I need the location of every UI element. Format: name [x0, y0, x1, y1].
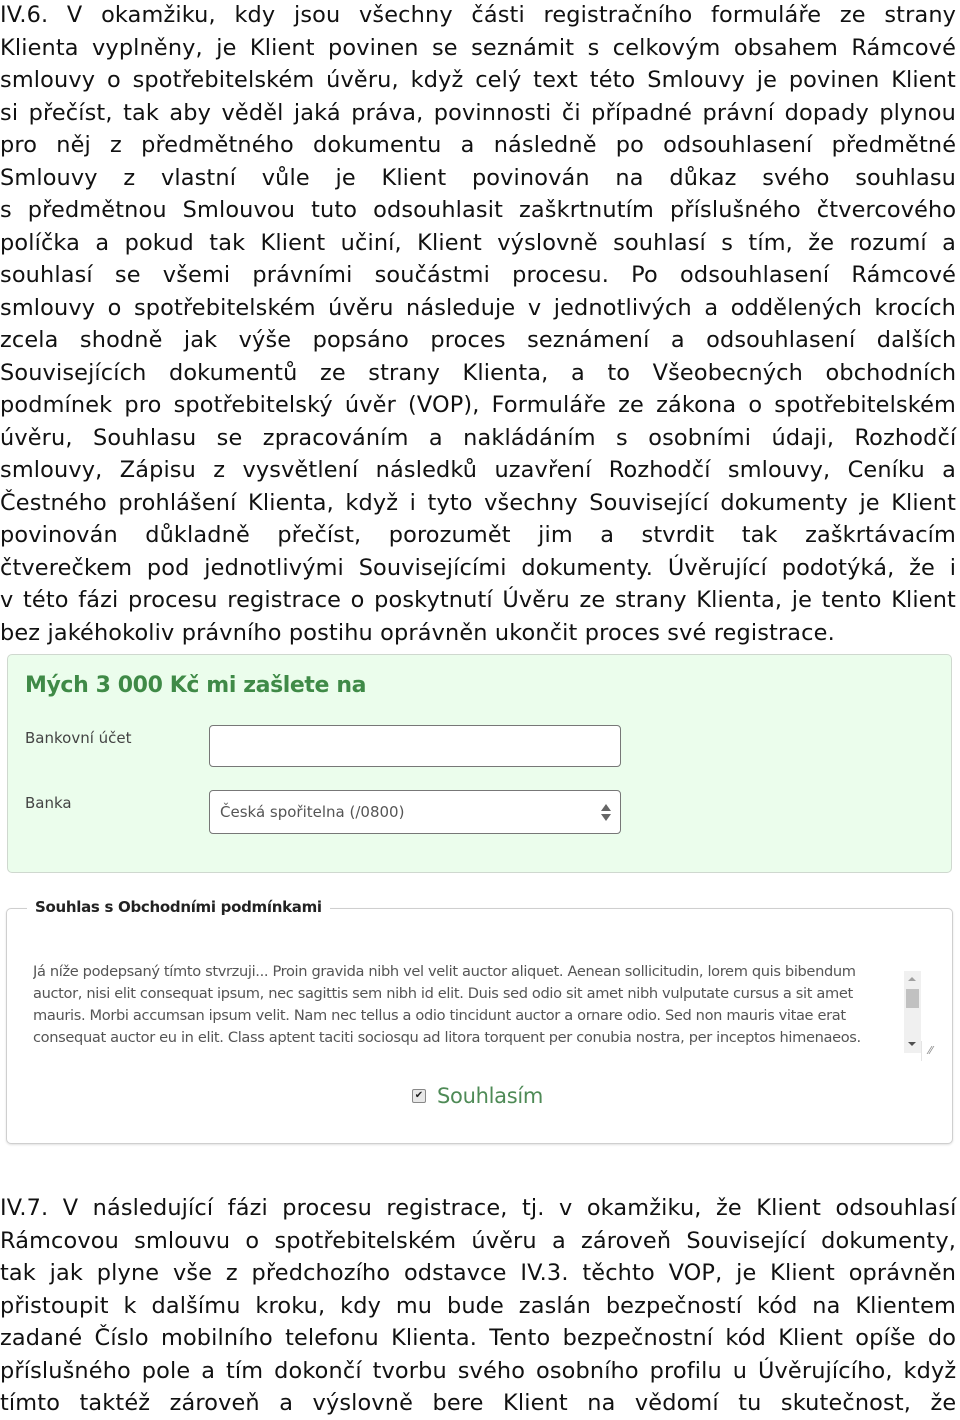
terms-consent-fieldset: Souhlas s Obchodními podmínkami Já níže … [6, 898, 953, 1144]
payout-form-title: Mých 3 000 Kč mi zašlete na [25, 673, 367, 698]
terms-textarea[interactable]: Já níže podepsaný tímto stvrzuji... Proi… [33, 961, 934, 1053]
select-arrows-icon [601, 804, 611, 822]
terms-line: mauris. Morbi accumsan ipsum velit. Nam … [33, 1007, 846, 1024]
text-line: políčka a pokud tak Klient učiní, Klient… [0, 229, 956, 256]
text-line: bez jakéhokoliv právního postihu oprávně… [0, 619, 835, 646]
text-line: Souvisejících dokumentů ze strany Klient… [0, 359, 957, 386]
text-line: povinován důkladně přečíst, porozumět ji… [0, 522, 956, 548]
scroll-down-arrow-icon[interactable] [908, 1042, 916, 1046]
text-line: souhlasí se všemi právními součástmi pro… [0, 262, 957, 288]
resize-handle-icon[interactable]: ⁄⁄ [921, 1041, 939, 1061]
text-line: příslušného pole a tím dokončí tvorbu sv… [0, 1357, 957, 1384]
text-line: čtverečkem pod jednotlivými Souvisejícím… [0, 554, 957, 581]
terms-consent-legend: Souhlas s Obchodními podmínkami [27, 898, 330, 916]
text-line: úvěru, Souhlasu se zpracováním a nakládá… [0, 424, 957, 451]
agree-checkbox[interactable]: ✔ [412, 1089, 426, 1103]
payout-form-panel: Mých 3 000 Kč mi zašlete na Bankovní úče… [7, 654, 952, 873]
agree-label[interactable]: Souhlasím [437, 1084, 543, 1108]
text-line: přistoupit k dalšímu kroku, kdy mu bude … [0, 1292, 956, 1319]
text-line: smlouvy o spotřebitelském úvěru následuj… [0, 294, 956, 321]
text-line: podmínek pro spotřebitelský úvěr (VOP), … [0, 392, 956, 418]
text-line: Rámcovou smlouvu o spotřebitelském úvěru… [0, 1227, 956, 1254]
bank-account-label: Bankovní účet [25, 729, 132, 747]
terms-line: Já níže podepsaný tímto stvrzuji... Proi… [33, 963, 856, 980]
terms-scrollbar[interactable] [904, 971, 921, 1053]
terms-text: Já níže podepsaný tímto stvrzuji... Proi… [33, 961, 903, 1049]
terms-line: auctor, nisi elit consequat ipsum, nec s… [33, 985, 853, 1002]
text-line: zadané Číslo mobilního telefonu Klienta.… [0, 1325, 957, 1351]
text-line: Čestného prohlášení Klienta, když i tyto… [0, 489, 956, 516]
bank-select-value: Česká spořitelna (/0800) [220, 803, 405, 821]
bank-label: Banka [25, 794, 72, 812]
agree-checkbox-row[interactable]: ✔ Souhlasím [412, 1082, 543, 1110]
scroll-thumb[interactable] [906, 989, 919, 1008]
text-line: smlouvy o spotřebitelském úvěru, když ce… [0, 67, 956, 93]
text-line: v této fázi procesu registrace o poskytn… [0, 587, 956, 613]
text-line: smlouvy, Zápisu z vysvětlení následků uz… [0, 457, 956, 483]
text-line: IV.7. V následující fázi procesu registr… [0, 1195, 957, 1221]
bank-select[interactable]: Česká spořitelna (/0800) [209, 790, 621, 834]
text-line: Smlouvy z vlastní vůle je Klient povinov… [0, 164, 956, 191]
terms-line: consequat auctor eu in elit. Class apten… [33, 1029, 861, 1046]
text-line: IV.6. V okamžiku, kdy jsou všechny části… [0, 2, 957, 28]
section-iv7-paragraph: IV.7. V následující fázi procesu registr… [0, 1192, 956, 1420]
bank-account-input[interactable] [209, 725, 621, 767]
text-line: s předmětnou Smlouvou tuto odsouhlasit z… [0, 197, 957, 223]
text-line: tímto taktéž zároveň a výslovně bere Kli… [0, 1390, 957, 1416]
text-line: Klienta vyplněny, je Klient povinen se s… [0, 34, 956, 61]
text-line: pro něj z předmětného dokumentu a násled… [0, 132, 957, 158]
text-line: zcela shodně jak výše popsáno proces sez… [0, 327, 957, 353]
scroll-up-arrow-icon[interactable] [908, 977, 916, 981]
text-line: tak jak plyne vše z předchozího odstavce… [0, 1260, 957, 1286]
section-iv6-paragraph: IV.6. V okamžiku, kdy jsou všechny části… [0, 0, 956, 649]
text-line: si přečíst, tak aby věděl jaká práva, po… [0, 99, 956, 126]
